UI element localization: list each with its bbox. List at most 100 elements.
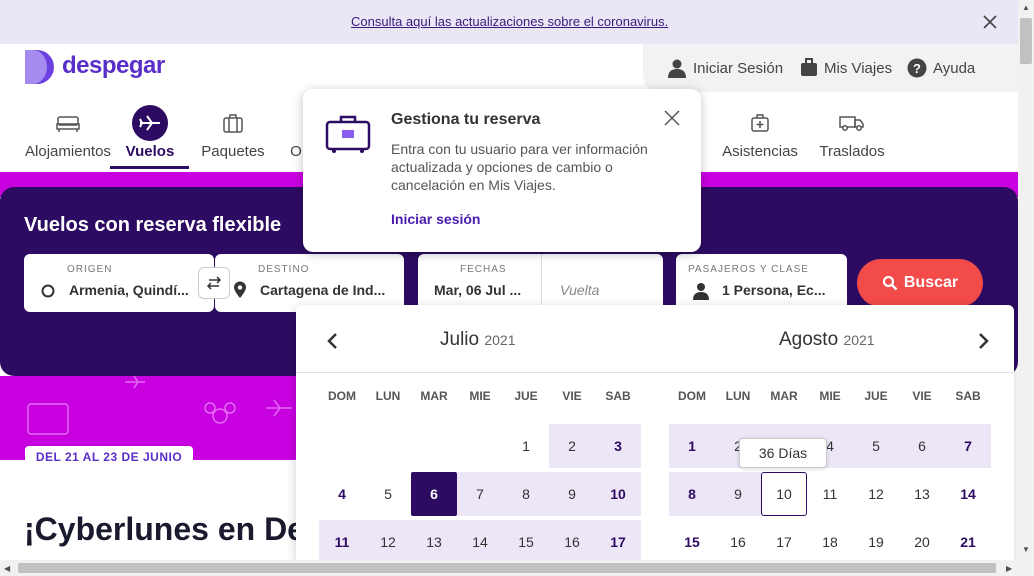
- despegar-logo[interactable]: despegar: [25, 50, 165, 89]
- close-icon[interactable]: [980, 12, 1000, 32]
- close-icon[interactable]: [663, 109, 681, 127]
- weekday-header: DOM: [678, 389, 706, 403]
- calendar-day[interactable]: 3: [595, 424, 641, 468]
- calendar-day[interactable]: 5: [853, 424, 899, 468]
- nav-item-paquetes[interactable]: Paquetes: [200, 108, 266, 160]
- briefcase-icon: [325, 115, 371, 153]
- scroll-up-arrow[interactable]: ▲: [1022, 3, 1030, 12]
- nav-label: Traslados: [819, 143, 885, 160]
- calendar-day[interactable]: 6: [899, 424, 945, 468]
- my-trips-link[interactable]: Mis Viajes: [800, 58, 892, 78]
- suitcase-icon: [223, 114, 243, 133]
- calendar-day[interactable]: 12: [365, 520, 411, 564]
- origin-label: ORIGEN: [67, 264, 113, 275]
- calendar-day[interactable]: 10: [761, 472, 807, 516]
- calendar-day[interactable]: 10: [595, 472, 641, 516]
- scroll-right-arrow[interactable]: ▶: [1006, 564, 1012, 573]
- login-label: Iniciar Sesión: [693, 59, 784, 77]
- destination-field[interactable]: DESTINO Cartagena de Ind...: [215, 254, 404, 312]
- departure-date[interactable]: Mar, 06 Jul ...: [434, 282, 534, 298]
- prev-month-icon[interactable]: [323, 331, 343, 351]
- location-pin-icon: [234, 281, 246, 298]
- nav-active-indicator: [110, 166, 189, 169]
- calendar-day[interactable]: 11: [807, 472, 853, 516]
- return-date-input[interactable]: Vuelta: [560, 282, 599, 298]
- weekday-header: DOM: [328, 389, 356, 403]
- calendar-day[interactable]: 12: [853, 472, 899, 516]
- calendar-day[interactable]: 13: [899, 472, 945, 516]
- weekday-header: MAR: [770, 389, 798, 403]
- search-button[interactable]: Buscar: [857, 259, 983, 307]
- scroll-down-arrow[interactable]: ▼: [1022, 545, 1030, 554]
- popover-title: Gestiona tu reserva: [391, 111, 541, 128]
- login-link[interactable]: Iniciar Sesión: [667, 58, 783, 78]
- calendar-day[interactable]: 15: [503, 520, 549, 564]
- vertical-scrollbar[interactable]: [1018, 0, 1034, 576]
- calendar-day[interactable]: 1: [669, 424, 715, 468]
- search-button-label: Buscar: [903, 274, 959, 291]
- logo-icon: [25, 50, 54, 84]
- calendar-day[interactable]: 14: [457, 520, 503, 564]
- calendar-day[interactable]: 9: [549, 472, 595, 516]
- plane-icon: [132, 105, 168, 141]
- calendar-day[interactable]: 16: [549, 520, 595, 564]
- calendar-day[interactable]: 15: [669, 520, 715, 564]
- help-link[interactable]: ? Ayuda: [907, 58, 975, 78]
- calendar-day[interactable]: 9: [715, 472, 761, 516]
- bed-icon: [56, 116, 80, 132]
- passengers-field[interactable]: PASAJEROS Y CLASE 1 Persona, Ec...: [676, 254, 847, 312]
- nav-label: Paquetes: [201, 143, 265, 160]
- calendar-day[interactable]: 16: [715, 520, 761, 564]
- calendar-day[interactable]: 2: [549, 424, 595, 468]
- scroll-left-arrow[interactable]: ◀: [4, 564, 10, 573]
- passengers-value: 1 Persona, Ec...: [722, 282, 826, 298]
- vertical-scrollbar-thumb[interactable]: [1020, 18, 1032, 64]
- user-bar: Iniciar Sesión Mis Viajes ? Ayuda: [643, 44, 1018, 92]
- calendar-day[interactable]: 11: [319, 520, 365, 564]
- popover-login-link[interactable]: Iniciar sesión: [391, 211, 480, 227]
- origin-value: Armenia, Quindí...: [69, 282, 189, 298]
- calendar-day[interactable]: 4: [319, 472, 365, 516]
- weekday-header: JUE: [514, 389, 538, 403]
- calendar-day[interactable]: 1: [503, 424, 549, 468]
- svg-text:?: ?: [913, 61, 921, 76]
- calendar-day[interactable]: 7: [457, 472, 503, 516]
- weekday-header: VIE: [562, 389, 582, 403]
- calendar-day[interactable]: 14: [945, 472, 991, 516]
- person-icon: [693, 283, 709, 300]
- weekday-header: MAR: [420, 389, 448, 403]
- weekday-header: LUN: [725, 389, 751, 403]
- nav-item-alojamientos[interactable]: Alojamientos: [25, 108, 111, 160]
- calendar-day[interactable]: 21: [945, 520, 991, 564]
- dates-field[interactable]: FECHAS Mar, 06 Jul ... Vuelta: [418, 254, 663, 312]
- calendar-day[interactable]: 13: [411, 520, 457, 564]
- calendar-day[interactable]: 17: [595, 520, 641, 564]
- calendar-day[interactable]: 5: [365, 472, 411, 516]
- swap-locations-button[interactable]: [198, 267, 230, 299]
- origin-circle-icon: [41, 284, 55, 298]
- coronavirus-updates-link[interactable]: Consulta aquí las actualizaciones sobre …: [351, 14, 668, 29]
- calendar-day[interactable]: 7: [945, 424, 991, 468]
- announcement-banner: Consulta aquí las actualizaciones sobre …: [0, 0, 1018, 44]
- month-title-agosto: Agosto 2021: [779, 329, 875, 350]
- brand-name: despegar: [62, 52, 165, 79]
- calendar-day[interactable]: 17: [761, 520, 807, 564]
- nav-label: Alojamientos: [25, 143, 111, 160]
- calendar-day[interactable]: 8: [669, 472, 715, 516]
- calendar-day[interactable]: 18: [807, 520, 853, 564]
- calendar-day[interactable]: 19: [853, 520, 899, 564]
- nav-item-vuelos[interactable]: Vuelos: [120, 105, 180, 160]
- origin-field[interactable]: ORIGEN Armenia, Quindí...: [24, 254, 214, 312]
- nav-item-ofertas[interactable]: O: [289, 108, 303, 160]
- next-month-icon[interactable]: [973, 331, 993, 351]
- help-icon: ?: [907, 58, 927, 78]
- calendar-day[interactable]: 6: [411, 472, 457, 516]
- user-icon: [668, 59, 686, 78]
- nav-item-asistencias[interactable]: Asistencias: [720, 108, 800, 160]
- month-title-julio: Julio 2021: [440, 329, 516, 350]
- horizontal-scrollbar-thumb[interactable]: [18, 563, 996, 573]
- calendar-day[interactable]: 20: [899, 520, 945, 564]
- calendar-day[interactable]: 8: [503, 472, 549, 516]
- nav-item-traslados[interactable]: Traslados: [818, 108, 886, 160]
- weekday-header: SAB: [605, 389, 631, 403]
